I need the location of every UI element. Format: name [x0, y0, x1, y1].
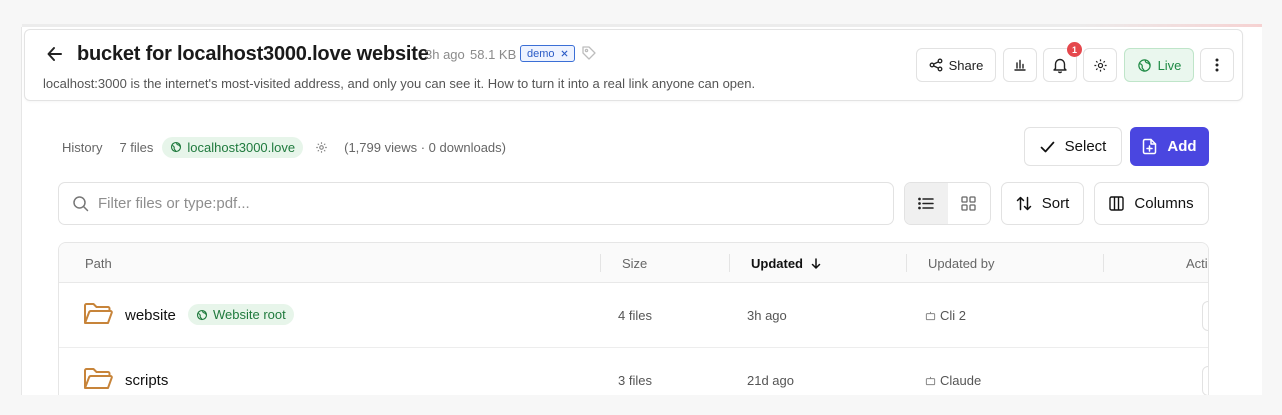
sort-descending-icon — [811, 258, 820, 269]
top-background — [0, 0, 1282, 24]
updated-age: 3h ago — [425, 47, 465, 62]
folder-icon — [84, 368, 113, 389]
tag-label: demo — [527, 47, 555, 60]
folder-icon — [84, 303, 113, 324]
history-link[interactable]: History — [62, 140, 102, 155]
globe-icon — [196, 309, 208, 320]
notification-count: 1 — [1067, 42, 1082, 57]
columns-label: Columns — [1134, 195, 1194, 212]
bucket-size: 58.1 KB — [470, 47, 517, 62]
table-header: Path Size Updated Updated by Actions — [59, 243, 1208, 283]
updated-cell: 21d ago — [747, 373, 794, 388]
page-title: bucket for localhost3000.love website — [77, 43, 429, 65]
view-stats: (1,799 views · 0 downloads) — [344, 139, 506, 155]
updated-cell: 3h ago — [747, 308, 787, 323]
column-divider[interactable] — [600, 254, 601, 272]
bottom-background — [0, 395, 1282, 415]
bell-icon — [1053, 58, 1067, 74]
size-cell: 3 files — [618, 373, 652, 388]
columns-button[interactable]: Columns — [1094, 182, 1209, 225]
bucket-description: localhost:3000 is the internet's most-vi… — [43, 76, 756, 91]
columns-icon — [1109, 196, 1125, 211]
close-icon[interactable] — [561, 50, 568, 57]
add-button[interactable]: Add — [1130, 127, 1209, 166]
gear-icon — [1093, 58, 1107, 72]
column-header-size[interactable]: Size — [622, 256, 647, 271]
updated-by-cell: Claude — [925, 373, 981, 388]
add-label: Add — [1167, 138, 1197, 155]
row-action-button[interactable] — [1202, 366, 1208, 395]
sort-label: Sort — [1041, 195, 1070, 212]
files-count: 7 files — [119, 139, 154, 155]
bucket-header: bucket for localhost3000.love website 3h… — [24, 29, 1243, 101]
analytics-button[interactable] — [1003, 48, 1037, 82]
sort-button[interactable]: Sort — [1001, 182, 1084, 225]
column-header-updated-label: Updated — [751, 256, 803, 271]
more-vertical-icon — [1215, 58, 1219, 72]
updated-by-name: Claude — [940, 373, 982, 388]
folder-name[interactable]: website — [125, 307, 176, 324]
column-divider[interactable] — [1103, 254, 1104, 272]
bot-icon — [925, 311, 936, 321]
live-button[interactable]: Live — [1124, 48, 1194, 82]
column-divider[interactable] — [906, 254, 907, 272]
live-label: Live — [1157, 57, 1182, 73]
folder-name[interactable]: scripts — [125, 372, 168, 389]
website-root-label: Website root — [213, 307, 286, 322]
list-view-button[interactable] — [905, 183, 948, 224]
grid-view-icon — [961, 196, 976, 211]
column-header-path[interactable]: Path — [85, 256, 112, 271]
tag-badge-demo[interactable]: demo — [520, 45, 575, 62]
globe-icon — [171, 141, 182, 153]
domain-label: localhost3000.love — [187, 139, 296, 155]
updated-by-cell: Cli 2 — [925, 308, 966, 323]
size-cell: 4 files — [618, 308, 652, 323]
add-file-icon — [1143, 138, 1157, 155]
settings-icon[interactable] — [315, 141, 328, 154]
share-icon — [929, 58, 943, 72]
check-icon — [1040, 141, 1054, 152]
table-row[interactable]: website Website root 4 files 3h ago Cli … — [59, 283, 1208, 348]
grid-view-button[interactable] — [948, 183, 991, 224]
list-view-icon — [918, 197, 934, 210]
row-action-button[interactable] — [1202, 301, 1208, 331]
table-row[interactable]: scripts 3 files 21d ago Claude — [59, 348, 1208, 395]
view-toggle — [904, 182, 991, 225]
settings-button[interactable] — [1083, 48, 1117, 82]
bucket-info-row: History 7 files localhost3000.love (1,79… — [62, 136, 506, 158]
select-label: Select — [1064, 138, 1107, 155]
column-header-actions[interactable]: Actions — [1186, 256, 1208, 271]
column-divider[interactable] — [729, 254, 730, 272]
files-table: Path Size Updated Updated by Actions web… — [58, 242, 1209, 395]
updated-by-name: Cli 2 — [940, 308, 967, 323]
notifications-button[interactable]: 1 — [1043, 42, 1082, 82]
share-label: Share — [948, 57, 984, 73]
select-button[interactable]: Select — [1024, 127, 1122, 166]
tag-icon[interactable] — [581, 45, 597, 61]
website-root-badge: Website root — [188, 304, 294, 325]
column-header-updated-by[interactable]: Updated by — [928, 256, 995, 271]
live-globe-icon — [1137, 58, 1151, 72]
chart-icon — [1014, 59, 1026, 71]
sort-icon — [1016, 196, 1031, 211]
column-header-updated[interactable]: Updated — [751, 256, 821, 271]
more-options-button[interactable] — [1200, 48, 1234, 82]
search-icon — [73, 196, 89, 212]
share-button[interactable]: Share — [916, 48, 996, 82]
filter-input[interactable] — [98, 195, 878, 212]
filter-search-box[interactable] — [58, 182, 894, 225]
domain-badge[interactable]: localhost3000.love — [162, 136, 304, 158]
bot-icon — [925, 376, 936, 386]
back-arrow-icon[interactable] — [45, 44, 65, 64]
